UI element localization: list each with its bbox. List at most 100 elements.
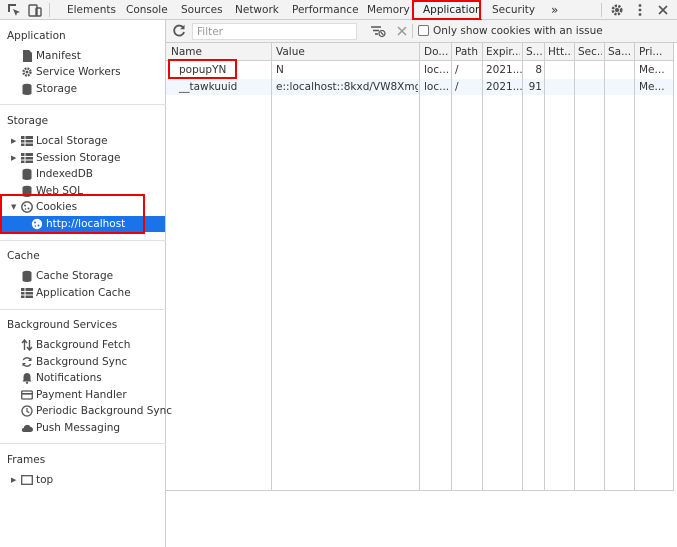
- sidebar-item-frame-top[interactable]: ▶ top: [0, 472, 165, 488]
- cell-size: 8: [535, 64, 542, 76]
- column-header-priority[interactable]: Pri...: [639, 43, 669, 61]
- sidebar-item-label: Application Cache: [36, 287, 131, 299]
- column-header-samesite[interactable]: Sa...: [608, 43, 632, 61]
- database-icon: [21, 270, 33, 282]
- more-tabs-button[interactable]: »: [551, 0, 558, 20]
- column-divider[interactable]: [271, 43, 272, 491]
- sidebar-item-periodic-background-sync[interactable]: Periodic Background Sync: [0, 403, 172, 419]
- sidebar-item-push-messaging[interactable]: Push Messaging: [0, 420, 165, 436]
- sidebar-item-label: Session Storage: [36, 152, 121, 164]
- column-header-expires[interactable]: Expir...: [486, 43, 520, 61]
- table-row[interactable]: popupYN N loc... / 2021... 8 Me...: [166, 62, 674, 78]
- sidebar-item-label: Storage: [36, 83, 78, 95]
- sidebar-item-application-cache[interactable]: Application Cache: [0, 285, 165, 301]
- table-row[interactable]: __tawkuuid e::localhost::8kxd/VW8XmgKw..…: [166, 79, 674, 95]
- column-header-value[interactable]: Value: [276, 43, 416, 61]
- settings-gear-icon[interactable]: [609, 2, 625, 18]
- sidebar-item-payment-handler[interactable]: Payment Handler: [0, 387, 165, 403]
- sidebar-item-storage[interactable]: Storage: [0, 81, 165, 97]
- column-header-size[interactable]: S...: [526, 43, 542, 61]
- column-divider[interactable]: [419, 43, 420, 491]
- tab-sources[interactable]: Sources: [181, 0, 223, 20]
- cell-value: e::localhost::8kxd/VW8XmgKw...: [276, 81, 418, 93]
- sidebar-item-background-fetch[interactable]: Background Fetch: [0, 337, 165, 353]
- sidebar-item-notifications[interactable]: Notifications: [0, 370, 165, 386]
- close-icon[interactable]: [655, 2, 671, 18]
- column-header-secure[interactable]: Sec...: [578, 43, 602, 61]
- sidebar-item-cache-storage[interactable]: Cache Storage: [0, 268, 165, 284]
- tab-performance[interactable]: Performance: [292, 0, 359, 20]
- expand-arrow-icon[interactable]: ▶: [11, 472, 16, 488]
- expand-arrow-icon[interactable]: ▶: [11, 150, 16, 166]
- cell-path: /: [455, 81, 459, 93]
- sidebar-item-label: IndexedDB: [36, 168, 93, 180]
- table-header: Name Value Do... Path Expir... S... Htt.…: [166, 43, 674, 61]
- section-divider: [0, 443, 166, 444]
- sidebar-item-indexeddb[interactable]: IndexedDB: [0, 166, 165, 182]
- highlight-popupyn-cookie: [168, 59, 237, 79]
- column-divider[interactable]: [482, 43, 483, 491]
- sidebar-item-background-sync[interactable]: Background Sync: [0, 354, 165, 370]
- document-icon: [21, 50, 33, 62]
- bell-icon: [21, 372, 33, 384]
- sidebar-item-label: Cache Storage: [36, 270, 114, 282]
- toolbar-divider: [49, 3, 50, 17]
- filter-input[interactable]: [192, 23, 357, 40]
- column-header-httponly[interactable]: Htt...: [548, 43, 572, 61]
- sidebar-item-service-workers[interactable]: Service Workers: [0, 64, 165, 80]
- section-title-storage: Storage: [7, 115, 49, 127]
- column-divider[interactable]: [604, 43, 605, 491]
- delete-selected-icon[interactable]: [394, 23, 410, 39]
- highlight-application-tab: [412, 0, 481, 20]
- cell-priority: Me...: [639, 64, 665, 76]
- tab-network[interactable]: Network: [235, 0, 279, 20]
- sidebar-item-session-storage[interactable]: ▶ Session Storage: [0, 150, 165, 166]
- sidebar-item-label: Periodic Background Sync: [36, 405, 173, 417]
- clear-all-filter-icon[interactable]: [370, 23, 386, 39]
- cell-expires: 2021...: [486, 81, 522, 93]
- section-title-application: Application: [7, 30, 66, 42]
- only-issues-checkbox[interactable]: [418, 25, 429, 36]
- inspect-element-icon[interactable]: [6, 2, 22, 18]
- cell-name: __tawkuuid: [179, 81, 238, 93]
- grid-icon: [21, 135, 33, 147]
- column-divider[interactable]: [634, 43, 635, 491]
- column-divider[interactable]: [574, 43, 575, 491]
- tab-console[interactable]: Console: [126, 0, 168, 20]
- tab-security[interactable]: Security: [492, 0, 535, 20]
- devtools-tab-bar: Elements Console Sources Network Perform…: [0, 0, 677, 21]
- sidebar-item-local-storage[interactable]: ▶ Local Storage: [0, 133, 165, 149]
- database-icon: [21, 83, 33, 95]
- device-toolbar-icon[interactable]: [27, 2, 43, 18]
- cell-size: 91: [528, 81, 542, 93]
- tab-memory[interactable]: Memory: [367, 0, 410, 20]
- toolbar-divider: [412, 24, 413, 38]
- grid-icon: [21, 152, 33, 164]
- column-divider[interactable]: [451, 43, 452, 491]
- frame-icon: [21, 474, 33, 486]
- cell-domain: loc...: [424, 81, 450, 93]
- refresh-icon[interactable]: [171, 23, 187, 39]
- toolbar-divider: [601, 3, 602, 17]
- column-divider[interactable]: [522, 43, 523, 491]
- column-divider[interactable]: [544, 43, 545, 491]
- highlight-cookies: [0, 194, 145, 234]
- tab-elements[interactable]: Elements: [67, 0, 116, 20]
- sidebar-item-label: Background Sync: [36, 356, 128, 368]
- sidebar-item-manifest[interactable]: Manifest: [0, 48, 165, 64]
- arrows-updown-icon: [21, 338, 33, 352]
- sidebar-item-label: Local Storage: [36, 135, 108, 147]
- application-sidebar: Application Manifest Service Workers Sto…: [0, 20, 172, 547]
- column-divider[interactable]: [673, 43, 674, 491]
- cookies-toolbar: Only show cookies with an issue: [166, 20, 677, 43]
- sync-icon: [21, 356, 33, 368]
- cell-domain: loc...: [424, 64, 450, 76]
- column-header-path[interactable]: Path: [455, 43, 479, 61]
- cell-path: /: [455, 64, 459, 76]
- cell-expires: 2021...: [486, 64, 522, 76]
- expand-arrow-icon[interactable]: ▶: [11, 133, 16, 149]
- section-title-frames: Frames: [7, 454, 46, 466]
- more-options-icon[interactable]: [632, 2, 648, 18]
- column-header-domain[interactable]: Do...: [424, 43, 448, 61]
- section-divider: [0, 240, 166, 241]
